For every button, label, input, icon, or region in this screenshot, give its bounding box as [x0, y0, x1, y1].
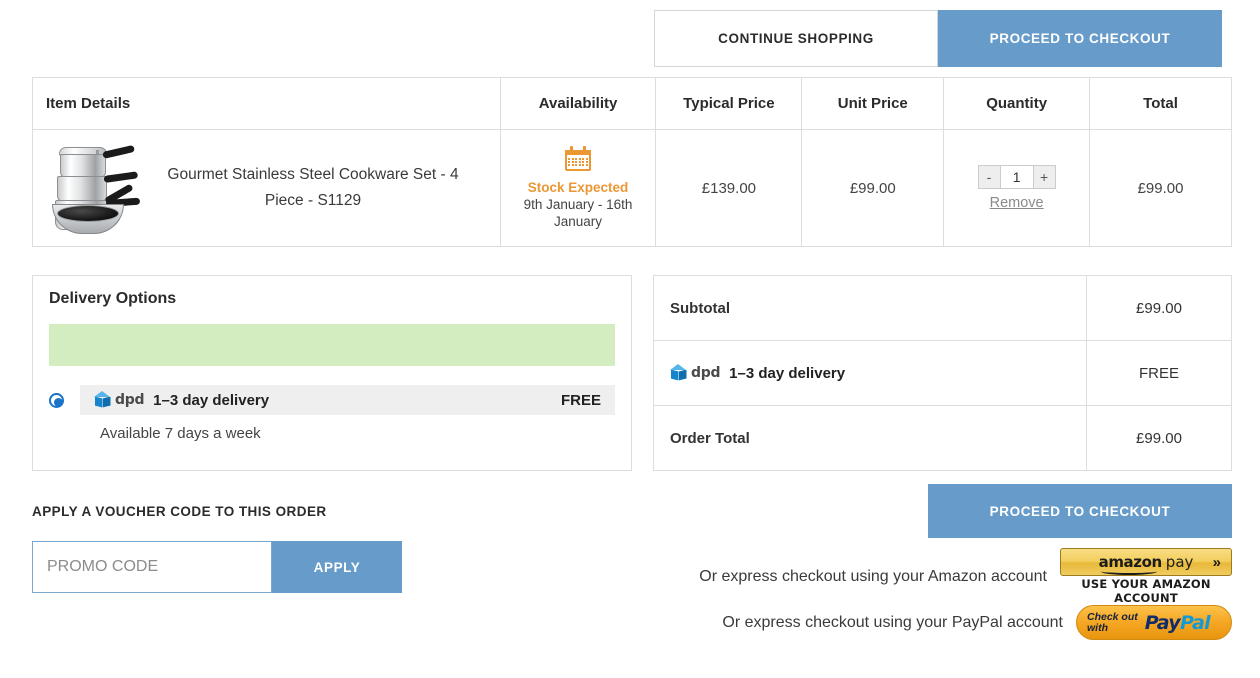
- subtotal-label: Subtotal: [654, 276, 1087, 341]
- delivery-options-panel: Delivery Options dpd 1–3 day delivery FR…: [32, 275, 632, 471]
- cart-table-body: Gourmet Stainless Steel Cookware Set - 4…: [33, 130, 1232, 247]
- delivery-option-name: 1–3 day delivery: [153, 392, 269, 409]
- delivery-option-price: FREE: [561, 392, 601, 409]
- cell-availability: Stock Expected 9th January - 16th Januar…: [500, 130, 656, 247]
- pot-shape-1: [60, 154, 106, 178]
- paypal-with-label: with: [1087, 623, 1138, 634]
- cart-table-header: Item Details Availability Typical Price …: [33, 78, 1232, 130]
- amazon-wordmark: amazon: [1099, 553, 1162, 571]
- shopping-cart-page: CONTINUE SHOPPING PROCEED TO CHECKOUT It…: [0, 0, 1260, 678]
- voucher-section-title: APPLY A VOUCHER CODE TO THIS ORDER: [32, 504, 327, 519]
- frying-pan-surface: [57, 205, 119, 222]
- apply-voucher-button[interactable]: APPLY: [272, 541, 402, 593]
- dpd-cube-icon-summary: [670, 364, 687, 382]
- quantity-increase-button[interactable]: +: [1033, 165, 1056, 189]
- summary-row-shipping: dpd 1–3 day delivery FREE: [654, 341, 1232, 406]
- paypal-express-row: Or express checkout using your PayPal ac…: [670, 605, 1232, 640]
- cell-typical-price: £139.00: [656, 130, 802, 247]
- order-total-label: Order Total: [654, 406, 1087, 471]
- table-header-row: Item Details Availability Typical Price …: [33, 78, 1232, 130]
- header-unit-price: Unit Price: [802, 78, 944, 130]
- cart-table: Item Details Availability Typical Price …: [32, 77, 1232, 247]
- paypal-checkout-button[interactable]: Check out with PayPal: [1076, 605, 1232, 640]
- amazon-pay-button[interactable]: amazon pay » USE YOUR AMAZON ACCOUNT: [1060, 548, 1232, 605]
- paypal-checkout-label: Check out: [1087, 612, 1138, 623]
- order-total-value: £99.00: [1087, 406, 1232, 471]
- summary-row-subtotal: Subtotal £99.00: [654, 276, 1232, 341]
- pot-handle-2: [104, 171, 139, 183]
- cell-item-details: Gourmet Stainless Steel Cookware Set - 4…: [33, 130, 501, 247]
- amazon-account-subtext: USE YOUR AMAZON ACCOUNT: [1060, 577, 1232, 605]
- delivery-option-radio[interactable]: [49, 393, 64, 408]
- order-summary-table: Subtotal £99.00 dpd 1–3 day delivery: [653, 275, 1232, 471]
- paypal-express-text: Or express checkout using your PayPal ac…: [722, 614, 1063, 632]
- calendar-icon: [565, 146, 591, 171]
- summary-row-order-total: Order Total £99.00: [654, 406, 1232, 471]
- promo-code-input[interactable]: [32, 541, 272, 593]
- header-availability: Availability: [500, 78, 656, 130]
- table-row: Gourmet Stainless Steel Cookware Set - 4…: [33, 130, 1232, 247]
- cell-unit-price: £99.00: [802, 130, 944, 247]
- proceed-to-checkout-button-top[interactable]: PROCEED TO CHECKOUT: [938, 10, 1222, 67]
- shipping-label-cell: dpd 1–3 day delivery: [654, 341, 1087, 406]
- amazon-express-row: Or express checkout using your Amazon ac…: [670, 548, 1232, 605]
- delivery-option-note: Available 7 days a week: [100, 425, 615, 442]
- dpd-logo-summary: dpd: [670, 364, 720, 382]
- top-actions: CONTINUE SHOPPING PROCEED TO CHECKOUT: [654, 10, 1222, 67]
- continue-shopping-button[interactable]: CONTINUE SHOPPING: [654, 10, 938, 67]
- amazon-pay-word: pay: [1166, 553, 1194, 571]
- pot-handle-1: [102, 145, 135, 159]
- header-quantity: Quantity: [944, 78, 1090, 130]
- dpd-logo: dpd: [94, 391, 144, 409]
- cell-quantity: - 1 + Remove: [944, 130, 1090, 247]
- chevron-right-icon: »: [1213, 554, 1221, 571]
- cell-line-total: £99.00: [1090, 130, 1232, 247]
- amazon-smile-icon: [1101, 568, 1157, 575]
- subtotal-value: £99.00: [1087, 276, 1232, 341]
- product-title-link[interactable]: Gourmet Stainless Steel Cookware Set - 4…: [148, 162, 478, 214]
- delivery-options-title: Delivery Options: [49, 290, 615, 308]
- stock-expected-dates: 9th January - 16th January: [507, 196, 650, 230]
- shipping-method-label: 1–3 day delivery: [729, 365, 845, 382]
- delivery-option-row[interactable]: dpd 1–3 day delivery FREE: [49, 385, 615, 415]
- header-total: Total: [1090, 78, 1232, 130]
- quantity-stepper: - 1 +: [978, 165, 1056, 189]
- quantity-decrease-button[interactable]: -: [978, 165, 1001, 189]
- remove-item-link[interactable]: Remove: [990, 195, 1044, 211]
- shipping-value: FREE: [1087, 341, 1232, 406]
- quantity-input[interactable]: 1: [1001, 165, 1033, 189]
- amazon-express-text: Or express checkout using your Amazon ac…: [699, 568, 1047, 586]
- paypal-wordmark: PayPal: [1145, 612, 1210, 634]
- dpd-cube-icon: [94, 391, 111, 409]
- dpd-wordmark: dpd: [115, 392, 144, 408]
- product-thumbnail-cookware[interactable]: [46, 138, 132, 238]
- proceed-to-checkout-button-bottom[interactable]: PROCEED TO CHECKOUT: [928, 484, 1232, 538]
- delivery-green-banner: [49, 324, 615, 366]
- stock-status-label: Stock Expected: [528, 179, 629, 196]
- pot-shape-2: [57, 176, 107, 202]
- header-typical-price: Typical Price: [656, 78, 802, 130]
- header-item-details: Item Details: [33, 78, 501, 130]
- voucher-form: APPLY: [32, 541, 402, 593]
- dpd-wordmark-summary: dpd: [691, 365, 720, 381]
